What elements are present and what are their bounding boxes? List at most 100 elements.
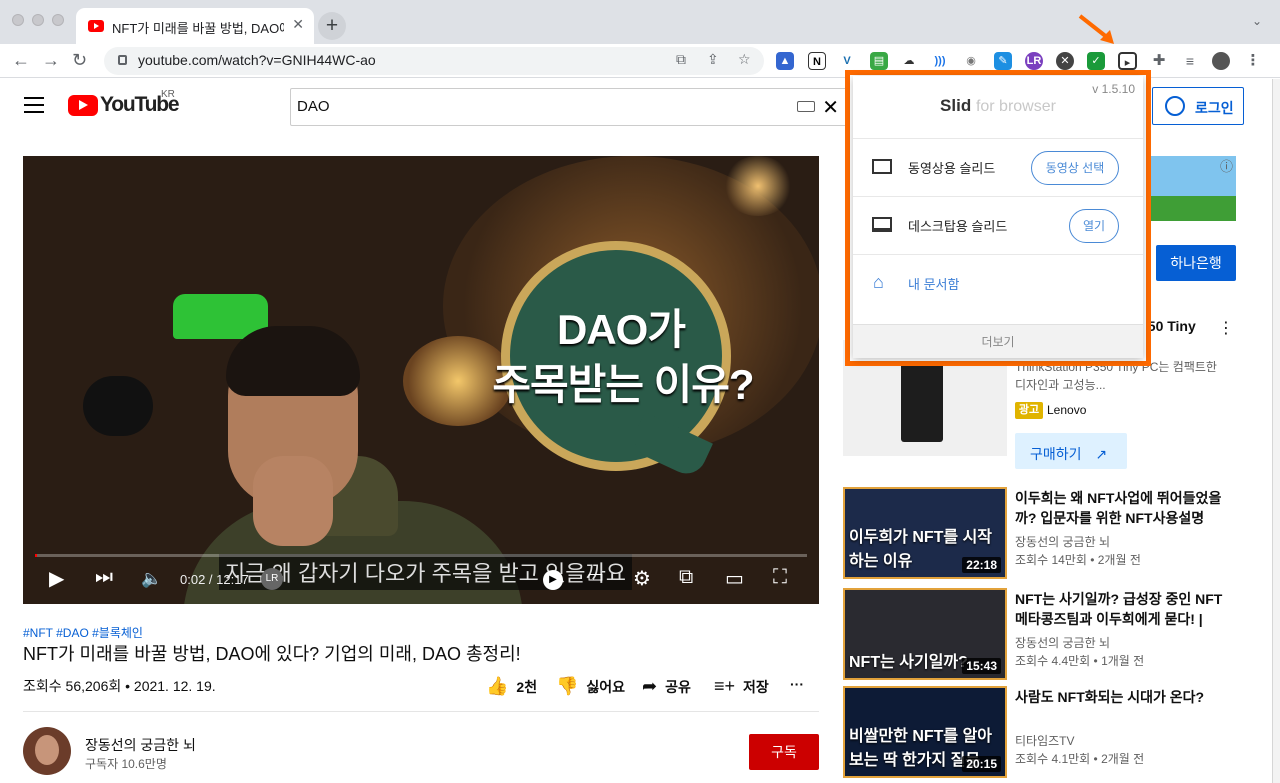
x-extension-icon[interactable]: ✕ [1056,52,1074,70]
next-icon[interactable]: ⏭ [95,566,113,589]
like-button[interactable]: 👍 2천 [486,676,537,697]
subscribe-button[interactable]: 구독 [749,734,819,770]
url-text: youtube.com/watch?v=GNIH44WC-ao [138,52,376,68]
vimeo-extension-icon[interactable]: V [838,52,856,70]
address-bar[interactable]: youtube.com/watch?v=GNIH44WC-ao ⧉ ⇪ ☆ [104,47,764,75]
my-docs-label: 내 문서함 [908,277,960,292]
my-docs-row[interactable]: ⌂ 내 문서함 [853,254,1143,312]
time-display: 0:02 / 12:17 [180,572,249,587]
presenter-hands-shape [253,456,333,546]
slid-extension-icon[interactable]: ▲ [776,52,794,70]
video-player[interactable]: DAO가 주목받는 이유? 지금 왜 갑자기 다오가 주목을 받고 있을까요 ▶… [23,156,819,604]
rec-channel[interactable]: 티타임즈TV [1015,732,1075,749]
lr-extension-icon[interactable]: LR [1025,52,1043,70]
login-button[interactable]: 로그인 [1152,87,1244,125]
browser-tab-active[interactable]: NFT가 미래를 바꿀 방법, DAO에 있 ✕ [76,8,314,44]
buy-label: 구매하기 [1030,446,1082,462]
tab-title: NFT가 미래를 바꿀 방법, DAO에 있 [112,21,284,36]
profile-avatar-icon[interactable] [1212,52,1230,70]
hamburger-menu-icon[interactable] [24,97,44,113]
feather-extension-icon[interactable]: ✎ [994,52,1012,70]
rec-title[interactable]: 이두희는 왜 NFT사업에 뛰어들었을까? 입문자를 위한 NFT사용설명서..… [1015,488,1225,528]
ad-menu-icon[interactable]: ⋮ [1218,318,1234,338]
save-button[interactable]: ≡+ 저장 [714,676,769,697]
channel-subscribers: 구독자 10.6만명 [85,757,167,771]
back-arrow-icon[interactable]: ← [12,50,30,71]
rec-channel[interactable]: 장동선의 궁금한 뇌 [1015,634,1110,651]
hana-bank-button[interactable]: 하나은행 [1156,245,1236,281]
new-tab-button[interactable]: + [318,12,346,40]
rec-thumbnail[interactable]: NFT는 사기일까? 15:43 [843,588,1007,680]
search-query-text: DAO [297,98,330,115]
tab-close-icon[interactable]: ✕ [292,16,304,33]
forward-arrow-icon[interactable]: → [42,50,60,71]
ceiling-lamp-glow [723,156,793,216]
theater-mode-icon[interactable]: ▭ [725,566,744,591]
notion-extension-icon[interactable]: N [808,52,826,70]
select-video-button[interactable]: 동영상 선택 [1031,151,1119,185]
volume-icon[interactable]: 🔈 [141,569,162,589]
check-extension-icon[interactable]: ✓ [1087,52,1105,70]
autoplay-toggle-icon[interactable]: ▶ [543,570,563,590]
rec-thumbnail[interactable]: 이두희가 NFT를 시작하는 이유 22:18 [843,487,1007,579]
popup-logo: Slid for browser [853,96,1143,116]
overlay-title-line2: 주목받는 이유? [492,361,754,408]
audio-extension-icon[interactable]: ))) [931,52,949,70]
more-actions-icon[interactable]: ··· [790,676,804,692]
open-button[interactable]: 열기 [1069,209,1119,243]
rec-channel[interactable]: 장동선의 궁금한 뇌 [1015,533,1110,550]
youtube-logo-icon[interactable] [68,95,98,116]
clear-search-icon[interactable]: ✕ [822,95,839,120]
share-icon[interactable]: ⇪ [707,51,719,68]
video-slide-row: 동영상용 슬리드 동영상 선택 [853,138,1143,196]
search-input[interactable]: DAO ✕ [290,88,850,126]
dislike-button[interactable]: 👎 싫어요 [556,676,625,697]
ad-buy-button[interactable]: 구매하기 ↗ [1015,433,1127,469]
slid-popup-trigger-icon[interactable]: ▸ [1118,52,1137,70]
rec-title[interactable]: NFT는 사기일까? 급성장 중인 NFT 메타콩즈팀과 이두희에게 묻다! |… [1015,589,1225,629]
channel-name[interactable]: 장동선의 궁금한 뇌 [85,735,196,755]
subtitles-icon[interactable]: ▭ [587,566,604,587]
cloud-extension-icon[interactable]: ☁ [900,52,918,70]
settings-gear-icon[interactable]: ⚙ [633,566,651,591]
open-in-window-icon[interactable]: ⧉ [676,51,686,68]
ad-info-icon[interactable]: ⓘ [1220,156,1233,175]
tab-search-chevron-icon[interactable]: ⌄ [1252,14,1262,28]
page-scrollbar[interactable] [1272,79,1280,783]
rec-thumbnail[interactable]: 비쌀만한 NFT를 알아보는 딱 한가지 질문 20:15 [843,686,1007,778]
annotation-arrow-icon [1078,14,1114,44]
video-hashtags[interactable]: #NFT #DAO #블록체인 [23,624,143,641]
fullscreen-icon[interactable]: ⛶ [773,566,787,589]
ad-brand: Lenovo [1047,403,1087,417]
popup-more-button[interactable]: 더보기 [853,324,1143,358]
window-close-dot[interactable] [12,14,24,26]
browser-menu-icon[interactable]: ⋮ [1244,52,1262,70]
calculator-extension-icon[interactable]: ▤ [870,52,888,70]
window-minimize-dot[interactable] [32,14,44,26]
rec-meta: 조회수 4.4만회 • 1개월 전 [1015,654,1145,668]
window-zoom-dot[interactable] [52,14,64,26]
bookmark-star-icon[interactable]: ☆ [738,51,751,68]
lr-overlay-icon[interactable]: LR [261,568,283,590]
share-button[interactable]: ➦ 공유 [642,676,691,697]
reload-icon[interactable]: ↻ [72,50,87,71]
camera-extension-icon[interactable]: ◉ [962,52,980,70]
banner-grass [1150,196,1236,221]
play-icon[interactable]: ▶ [49,566,64,591]
lock-icon [118,55,127,65]
keyboard-icon[interactable] [797,101,815,112]
channel-avatar[interactable] [23,727,71,775]
progress-bar[interactable] [35,554,807,557]
overlay-title-line1: DAO가 [557,306,686,353]
reading-list-icon[interactable]: ≡ [1181,52,1199,70]
miniplayer-icon[interactable]: ⧉ [679,566,693,589]
pc-tower-shape [901,362,943,442]
region-code: KR [161,89,175,100]
slid-popup: v 1.5.10 Slid for browser 동영상용 슬리드 동영상 선… [853,76,1143,358]
rec-title[interactable]: 사람도 NFT화되는 시대가 온다? [1015,687,1225,727]
puzzle-extensions-icon[interactable]: ✚ [1150,52,1168,70]
thumbs-down-icon: 👎 [556,676,579,696]
progress-fill [35,554,38,557]
playlist-add-icon: ≡+ [714,676,736,696]
rec-duration: 22:18 [962,557,1001,573]
